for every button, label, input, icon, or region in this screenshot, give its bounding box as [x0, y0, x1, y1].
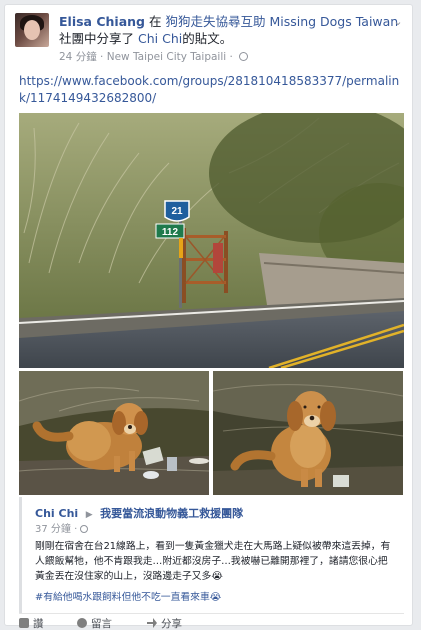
share-icon	[147, 618, 157, 628]
crying-emoji: 😭	[209, 592, 222, 603]
chevron-down-icon[interactable]: ⌄	[391, 15, 405, 29]
crying-emoji: 😭	[211, 571, 223, 582]
post-meta: 24 分鐘 · New Taipei City Taipaili ·	[59, 49, 249, 64]
post-header: Elisa Chiang 在 狗狗走失協尋互助 Missing Dogs Tai…	[15, 13, 405, 63]
share-button[interactable]: 分享	[147, 616, 182, 630]
shared-post-time[interactable]: 37 分鐘 ·	[35, 520, 89, 535]
author-avatar[interactable]	[15, 13, 49, 47]
comment-icon	[77, 618, 87, 628]
main-photo[interactable]: 21 112	[19, 113, 404, 368]
author-name-link[interactable]: Elisa Chiang	[59, 14, 145, 29]
globe-icon	[80, 525, 89, 533]
shared-post-header: Chi Chi ▶ 我要當流浪動物義工救援團隊	[35, 505, 243, 521]
post-time[interactable]: 24 分鐘	[59, 51, 97, 63]
thumbs-up-icon	[19, 618, 29, 628]
shared-author-link[interactable]: Chi Chi	[138, 31, 182, 46]
post-card: Elisa Chiang 在 狗狗走失協尋互助 Missing Dogs Tai…	[4, 4, 413, 630]
text-post: 的貼文。	[182, 31, 233, 46]
comment-button[interactable]: 留言	[77, 616, 112, 630]
post-location[interactable]: New Taipei City Taipaili	[107, 51, 226, 63]
road-sign-bottom: 112	[162, 227, 179, 238]
text-in: 在	[148, 14, 162, 29]
globe-icon	[239, 52, 249, 61]
dog-photo-left[interactable]	[19, 371, 209, 495]
group-name-link[interactable]: 狗狗走失協尋互助 Missing Dogs Taiwan	[165, 14, 398, 29]
hashtag-link[interactable]: #有給他喝水跟飼料但他不吃一直看來車😭	[35, 589, 221, 603]
shared-page-name[interactable]: 我要當流浪動物義工救援團隊	[100, 507, 243, 520]
shared-author-name[interactable]: Chi Chi	[35, 507, 78, 520]
post-title-line: Elisa Chiang 在 狗狗走失協尋互助 Missing Dogs Tai…	[59, 13, 399, 47]
like-button[interactable]: 讚	[19, 616, 44, 630]
caret-right-icon: ▶	[85, 510, 93, 520]
post-url-link[interactable]: https://www.facebook.com/groups/28181041…	[19, 73, 404, 107]
dog-photo-right[interactable]	[213, 371, 403, 495]
shared-post-text: 剛剛在宿舍在台21線路上，看到一隻黃金獵犬走在大馬路上疑似被帶來這丟掉，有人餵飯…	[35, 541, 391, 582]
post-actions: 讚 留言 分享	[19, 613, 404, 630]
shared-post: Chi Chi ▶ 我要當流浪動物義工救援團隊 37 分鐘 · 剛剛在宿舍在台2…	[19, 497, 404, 613]
road-sign-top: 21	[171, 206, 183, 217]
text-group-share: 社團中分享了	[59, 31, 135, 46]
